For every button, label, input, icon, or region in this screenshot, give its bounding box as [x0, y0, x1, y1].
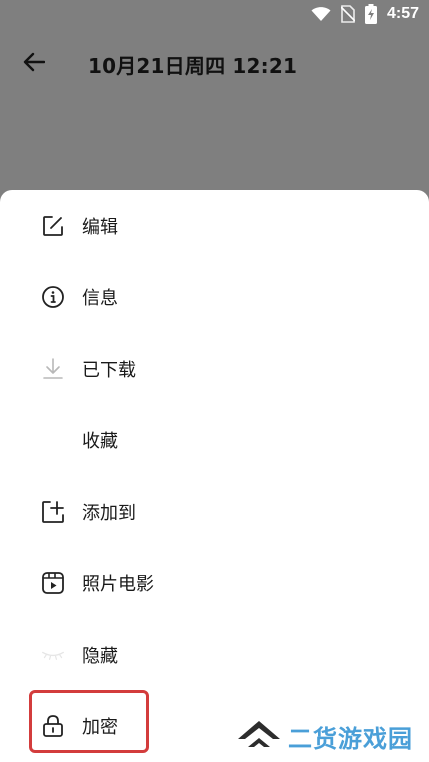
info-icon — [41, 285, 65, 309]
menu-item-label: 隐藏 — [82, 646, 118, 667]
menu-item-add-to[interactable]: 添加到 — [0, 484, 429, 540]
photo-movie-icon — [41, 571, 65, 595]
menu-item-edit[interactable]: 编辑 — [0, 198, 429, 254]
battery-charging-icon — [364, 4, 377, 24]
menu-item-photo-movie[interactable]: 照片电影 — [0, 555, 429, 611]
hidden-eye-icon — [41, 643, 65, 667]
menu-item-label: 信息 — [82, 288, 118, 309]
action-sheet: 编辑 信息 已下载 收藏 添加到 照片电影 隐藏 加密 — [0, 190, 429, 762]
menu-item-label: 编辑 — [82, 217, 118, 238]
menu-item-label: 照片电影 — [82, 574, 154, 595]
header: 10月21日周四 12:21 — [0, 40, 429, 84]
menu-item-label: 收藏 — [82, 431, 118, 452]
menu-item-hide[interactable]: 隐藏 — [0, 627, 429, 683]
page-title: 10月21日周四 12:21 — [88, 54, 298, 78]
status-bar: 4:57 — [0, 0, 429, 28]
menu-item-label: 已下载 — [82, 360, 136, 381]
menu-item-downloaded[interactable]: 已下载 — [0, 341, 429, 397]
menu-item-label: 添加到 — [82, 503, 136, 524]
menu-item-info[interactable]: 信息 — [0, 269, 429, 325]
watermark-logo-icon — [236, 717, 282, 755]
watermark-text: 二货游戏园 — [288, 724, 413, 753]
arrow-left-icon — [23, 52, 45, 72]
menu-item-favorite[interactable]: 收藏 — [0, 412, 429, 468]
watermark: 二货游戏园 — [236, 716, 413, 756]
download-icon — [41, 357, 65, 381]
no-sim-icon — [340, 5, 355, 23]
back-button[interactable] — [20, 48, 48, 76]
wifi-icon — [311, 6, 331, 22]
highlight-box — [29, 690, 149, 753]
add-to-icon — [41, 500, 65, 524]
edit-icon — [41, 214, 65, 238]
clock: 4:57 — [386, 5, 419, 22]
